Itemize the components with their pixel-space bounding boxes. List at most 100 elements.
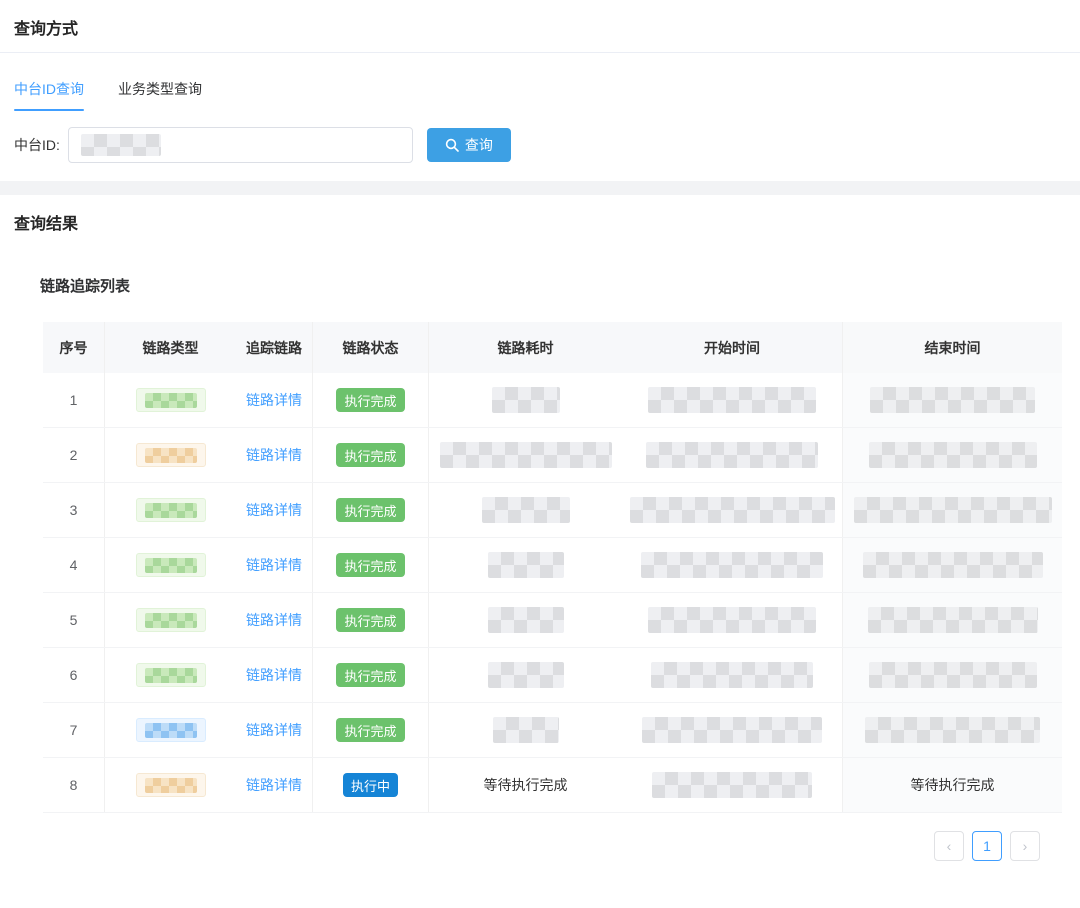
redacted-value <box>641 552 823 578</box>
redacted-value <box>865 717 1040 743</box>
redacted-value <box>868 662 1037 688</box>
redacted-tag-text <box>144 447 197 463</box>
link-type-tag <box>135 663 206 687</box>
link-type-cell <box>105 428 236 482</box>
pagination: ‹ 1 › <box>0 831 1040 861</box>
redacted-tag-text <box>144 612 197 628</box>
link-detail-link[interactable]: 链路详情 <box>246 720 302 740</box>
redacted-value <box>648 607 816 633</box>
trace-table: 序号 链路类型 追踪链路 链路状态 链路耗时 开始时间 结束时间 1 链路详情 执行完成 2 链路详… <box>43 322 1062 813</box>
link-type-tag <box>135 718 206 742</box>
search-icon <box>445 138 459 152</box>
row-index-cell: 5 <box>43 593 105 647</box>
start-time-cell <box>622 648 843 702</box>
link-duration-cell <box>429 483 622 537</box>
pagination-prev-button[interactable]: ‹ <box>934 831 964 861</box>
redacted-value <box>651 662 813 688</box>
end-time-cell <box>843 428 1062 482</box>
link-type-tag <box>135 553 206 577</box>
trace-link-cell: 链路详情 <box>236 593 313 647</box>
status-badge: 执行完成 <box>336 388 405 412</box>
redacted-tag-text <box>144 392 197 408</box>
pagination-page-1[interactable]: 1 <box>972 831 1002 861</box>
platform-id-input[interactable] <box>67 127 413 163</box>
link-detail-link[interactable]: 链路详情 <box>246 610 302 630</box>
tab-platform-id-query[interactable]: 中台ID查询 <box>14 79 84 111</box>
table-row: 3 链路详情 执行完成 <box>43 483 1062 538</box>
row-index-cell: 4 <box>43 538 105 592</box>
link-type-cell <box>105 648 236 702</box>
column-header: 序号 <box>43 322 105 373</box>
start-time-cell <box>622 758 843 812</box>
redacted-tag-text <box>144 722 197 738</box>
search-button[interactable]: 查询 <box>426 128 511 162</box>
row-index-cell: 2 <box>43 428 105 482</box>
redacted-tag-text <box>144 557 197 573</box>
redacted-tag-text <box>144 502 197 518</box>
link-type-tag <box>135 608 206 632</box>
trace-list-title: 链路追踪列表 <box>40 278 131 295</box>
link-detail-link[interactable]: 链路详情 <box>246 775 302 795</box>
link-status-cell: 执行完成 <box>313 373 429 427</box>
column-header: 链路类型 <box>142 339 199 356</box>
status-badge: 执行完成 <box>336 553 405 577</box>
end-time-cell <box>843 703 1062 757</box>
row-index-cell: 7 <box>43 703 105 757</box>
row-index-cell: 1 <box>43 373 105 427</box>
link-status-cell: 执行完成 <box>313 593 429 647</box>
column-header: 开始时间 <box>622 322 843 373</box>
trace-link-cell: 链路详情 <box>236 483 313 537</box>
table-row: 8 链路详情 执行中 等待执行完成 等待执行完成 <box>43 758 1062 813</box>
end-time-cell <box>843 538 1062 592</box>
link-status-cell: 执行完成 <box>313 428 429 482</box>
link-type-tag <box>135 443 206 467</box>
link-detail-link[interactable]: 链路详情 <box>246 500 302 520</box>
redacted-value <box>642 717 822 743</box>
column-header: 追踪链路 <box>236 322 313 373</box>
trace-link-cell: 链路详情 <box>236 538 313 592</box>
trace-link-cell: 链路详情 <box>236 758 313 812</box>
trace-link-cell: 链路详情 <box>236 373 313 427</box>
end-time-cell <box>843 593 1062 647</box>
link-status-cell: 执行完成 <box>313 483 429 537</box>
link-type-cell <box>105 483 236 537</box>
redacted-tag-text <box>144 777 197 793</box>
query-form: 中台ID: 查询 <box>0 111 1080 181</box>
link-status-cell: 执行完成 <box>313 538 429 592</box>
link-duration-cell <box>429 538 622 592</box>
link-status-cell: 执行中 <box>313 758 429 812</box>
redacted-value <box>868 442 1037 468</box>
status-badge: 执行完成 <box>336 718 405 742</box>
row-index-cell: 3 <box>43 483 105 537</box>
link-detail-link[interactable]: 链路详情 <box>246 555 302 575</box>
trace-link-cell: 链路详情 <box>236 703 313 757</box>
tab-business-type-query[interactable]: 业务类型查询 <box>118 79 202 111</box>
column-header: 链路状态 <box>313 322 429 373</box>
link-duration-cell <box>429 703 622 757</box>
trace-link-cell: 链路详情 <box>236 648 313 702</box>
link-type-cell <box>105 593 236 647</box>
pagination-next-button[interactable]: › <box>1010 831 1040 861</box>
link-detail-link[interactable]: 链路详情 <box>246 390 302 410</box>
redacted-value <box>492 717 559 743</box>
status-badge: 执行完成 <box>336 443 405 467</box>
redacted-value <box>867 607 1038 633</box>
link-type-cell <box>105 758 236 812</box>
link-detail-link[interactable]: 链路详情 <box>246 445 302 465</box>
link-detail-link[interactable]: 链路详情 <box>246 665 302 685</box>
link-type-cell <box>105 373 236 427</box>
status-badge: 执行完成 <box>336 663 405 687</box>
end-time-cell: 等待执行完成 <box>843 758 1062 812</box>
link-type-tag <box>135 773 206 797</box>
link-type-tag <box>135 498 206 522</box>
table-row: 5 链路详情 执行完成 <box>43 593 1062 648</box>
platform-id-label: 中台ID: <box>14 137 60 153</box>
end-time-cell <box>843 648 1062 702</box>
redacted-value <box>487 607 564 633</box>
link-status-cell: 执行完成 <box>313 648 429 702</box>
redacted-value <box>629 497 835 523</box>
trace-link-cell: 链路详情 <box>236 428 313 482</box>
link-type-cell <box>105 538 236 592</box>
row-index-cell: 6 <box>43 648 105 702</box>
query-method-section: 查询方式 中台ID查询 业务类型查询 中台ID: 查询 <box>0 0 1080 181</box>
